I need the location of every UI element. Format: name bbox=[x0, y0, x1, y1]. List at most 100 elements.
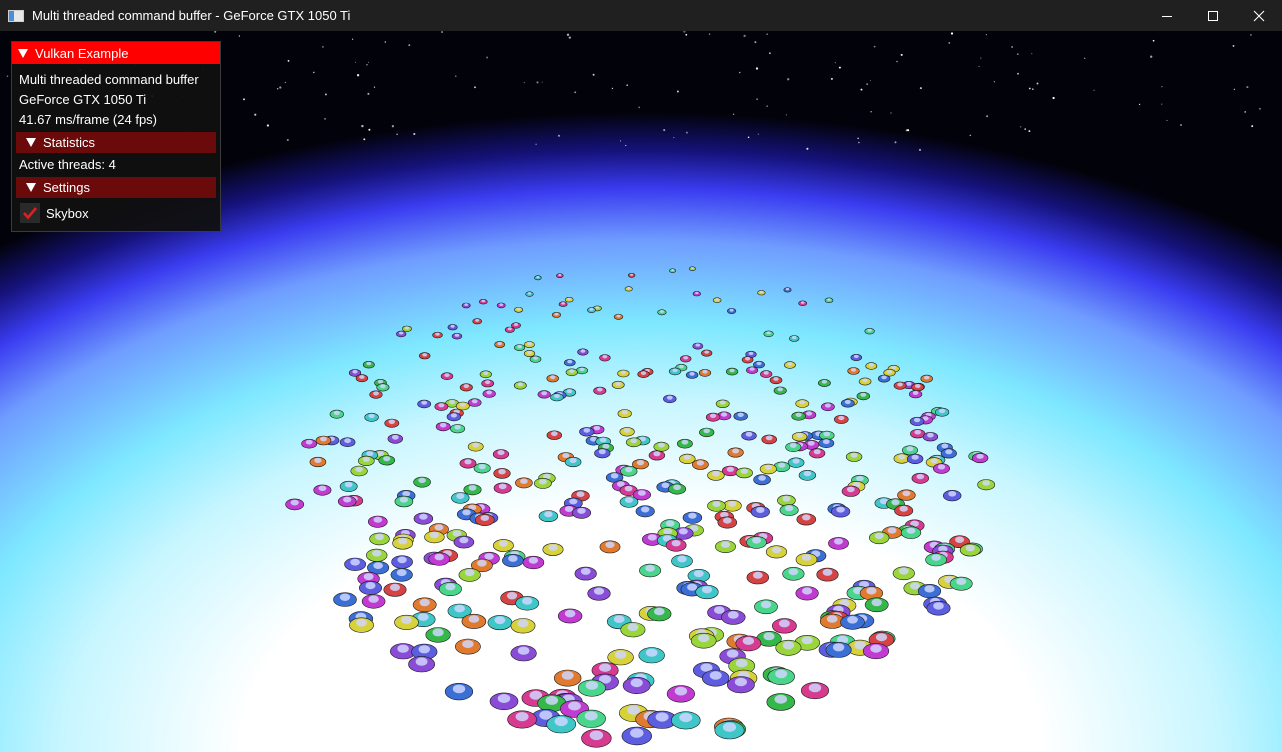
ufo-object bbox=[515, 477, 533, 489]
ufo-object bbox=[349, 617, 374, 633]
star bbox=[757, 133, 760, 135]
ufo-object bbox=[350, 465, 368, 477]
ufo-object bbox=[760, 370, 773, 378]
ufo-object bbox=[825, 642, 852, 658]
ufo-object bbox=[725, 367, 739, 376]
ufo-object bbox=[920, 374, 933, 383]
ufo-object bbox=[489, 692, 519, 710]
star bbox=[785, 114, 787, 116]
close-button[interactable] bbox=[1236, 0, 1282, 31]
ufo-object bbox=[726, 308, 737, 314]
ufo-object bbox=[587, 586, 611, 601]
ufo-object bbox=[679, 453, 696, 465]
ufo-object bbox=[741, 431, 757, 441]
star bbox=[324, 118, 326, 120]
ufo-object bbox=[856, 392, 870, 401]
ufo-object bbox=[757, 290, 766, 296]
star bbox=[870, 111, 872, 113]
skybox-checkbox[interactable] bbox=[20, 203, 40, 223]
ufo-object bbox=[564, 297, 574, 303]
ufo-object bbox=[864, 328, 875, 335]
star bbox=[755, 67, 759, 70]
star bbox=[1028, 87, 1031, 90]
ufo-object bbox=[934, 407, 950, 417]
ufo-object bbox=[537, 390, 551, 399]
star bbox=[611, 87, 614, 89]
star bbox=[366, 63, 368, 66]
ufo-object bbox=[666, 685, 696, 703]
ufo-object bbox=[551, 311, 562, 318]
ufo-object bbox=[369, 390, 383, 399]
triangle-down-icon bbox=[26, 138, 36, 147]
overlay-header[interactable]: Vulkan Example bbox=[12, 42, 220, 64]
ufo-object bbox=[361, 594, 386, 609]
ufo-object bbox=[458, 568, 481, 582]
ufo-object bbox=[942, 490, 962, 502]
ufo-object bbox=[733, 411, 748, 421]
ufo-object bbox=[657, 309, 667, 316]
star bbox=[363, 138, 366, 141]
ufo-object bbox=[315, 435, 332, 446]
star bbox=[1166, 119, 1168, 121]
ufo-object bbox=[766, 693, 796, 711]
star bbox=[890, 112, 892, 114]
star bbox=[286, 138, 289, 142]
ufo-object bbox=[575, 366, 588, 375]
ufo-object bbox=[682, 511, 703, 524]
star bbox=[625, 144, 627, 147]
skybox-option[interactable]: Skybox bbox=[12, 201, 220, 225]
ufo-object bbox=[394, 495, 414, 508]
star bbox=[738, 71, 741, 74]
ufo-object bbox=[564, 456, 582, 468]
star bbox=[857, 137, 859, 140]
window-title: Multi threaded command buffer - GeForce … bbox=[32, 8, 351, 23]
minimize-button[interactable] bbox=[1144, 0, 1190, 31]
star bbox=[1017, 72, 1019, 75]
ufo-object bbox=[472, 318, 483, 325]
star bbox=[919, 87, 922, 90]
star bbox=[1161, 86, 1163, 88]
ufo-object bbox=[525, 291, 534, 297]
star bbox=[830, 77, 833, 80]
ufo-object bbox=[721, 609, 746, 625]
ufo-object bbox=[523, 349, 536, 357]
ufo-object bbox=[514, 306, 524, 313]
ufo-object bbox=[690, 632, 717, 649]
ufo-object bbox=[847, 367, 860, 375]
ufo-object bbox=[754, 599, 778, 615]
ufo-object bbox=[714, 721, 745, 740]
ufo-object bbox=[668, 483, 687, 495]
ufo-object bbox=[977, 479, 996, 491]
star bbox=[361, 124, 364, 128]
statistics-header[interactable]: Statistics bbox=[16, 132, 216, 153]
ufo-object bbox=[529, 355, 542, 363]
star bbox=[243, 98, 245, 101]
ufo-object bbox=[746, 536, 767, 549]
star bbox=[6, 75, 9, 77]
star bbox=[287, 59, 290, 62]
ufo-object bbox=[413, 476, 431, 488]
vulkan-example-overlay[interactable]: Vulkan Example Multi threaded command bu… bbox=[11, 41, 221, 232]
ufo-object bbox=[473, 463, 491, 474]
star bbox=[592, 73, 595, 76]
ufo-object bbox=[435, 422, 451, 432]
ufo-object bbox=[369, 532, 390, 546]
ufo-object bbox=[513, 381, 527, 390]
ufo-object bbox=[894, 504, 914, 517]
star bbox=[324, 93, 327, 96]
ufo-object bbox=[474, 513, 495, 526]
ufo-object bbox=[593, 386, 607, 395]
star bbox=[948, 41, 951, 44]
star bbox=[1180, 124, 1182, 126]
ufo-object bbox=[798, 469, 817, 481]
ufo-object bbox=[765, 545, 788, 559]
title-bar[interactable]: Multi threaded command buffer - GeForce … bbox=[0, 0, 1282, 31]
ufo-object bbox=[906, 453, 924, 465]
ufo-object bbox=[653, 441, 670, 452]
settings-header[interactable]: Settings bbox=[16, 177, 216, 198]
star bbox=[352, 38, 354, 40]
maximize-button[interactable] bbox=[1190, 0, 1236, 31]
ufo-object bbox=[507, 710, 537, 729]
app-window: Multi threaded command buffer - GeForce … bbox=[0, 0, 1282, 752]
app-name-text: Multi threaded command buffer bbox=[19, 72, 199, 87]
